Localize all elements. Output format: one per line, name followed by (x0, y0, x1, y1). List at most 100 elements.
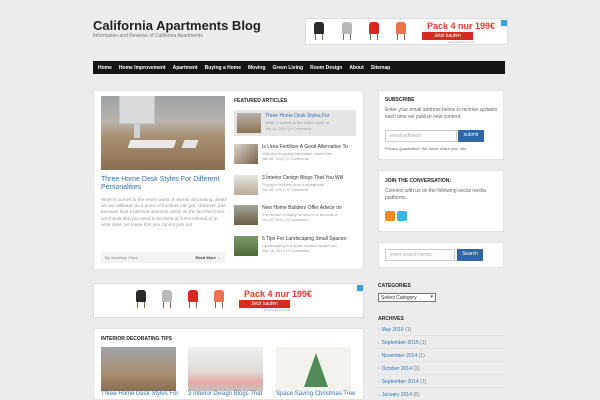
middle-banner-ad[interactable]: Pack 4 nur 199€ Jetzt kaufen www.moderiu… (93, 283, 364, 318)
article-title[interactable]: 3 Interior Design Blogs That You Will (262, 175, 356, 181)
nav-item-home-improvement[interactable]: Home Improvement (119, 65, 166, 71)
read-more-link[interactable]: Read More → (195, 255, 221, 260)
chair-image (162, 290, 172, 302)
chair-image (188, 290, 198, 302)
interior-tip-title[interactable]: Three Home Desk Styles For (101, 391, 178, 397)
archive-count: (2) (413, 366, 420, 372)
archive-count: (1) (405, 327, 412, 333)
chair-image (369, 22, 379, 34)
archive-count: (1) (420, 340, 427, 346)
caret-icon: › (378, 392, 380, 398)
featured-main-excerpt: When it comes to the entire world of int… (101, 197, 227, 227)
nav-item-green-living[interactable]: Green Living (273, 65, 304, 71)
ad-info-icon[interactable] (501, 20, 507, 26)
article-title[interactable]: Three Home Desk Styles For (265, 113, 359, 119)
join-heading: JOIN THE CONVERSATION: (385, 178, 452, 184)
privacy-text: Privacy guaranteed. We never share your … (385, 146, 468, 151)
search-button[interactable]: Search (457, 249, 483, 261)
site-description: Information and Reviews of California Ap… (93, 33, 203, 39)
article-title[interactable]: Is Urea Fertilizer A Good Alternative To (262, 144, 356, 150)
interior-tip-thumbnail[interactable] (188, 347, 263, 391)
article-title[interactable]: New Home Builders Offer Advice on (262, 205, 356, 211)
archive-item[interactable]: › November 2014 (1) (378, 350, 504, 362)
nav-item-apartment[interactable]: Apartment (173, 65, 198, 71)
archive-item[interactable]: › October 2014 (2) (378, 363, 504, 375)
submit-button[interactable]: submit (458, 130, 484, 142)
featured-main-image[interactable] (101, 96, 225, 170)
article-thumbnail (234, 144, 258, 164)
article-excerpt: When it comes to the entire world of (265, 120, 329, 125)
article-thumbnail (234, 236, 258, 256)
ad-domain: www.moderium.com (264, 308, 292, 312)
archive-item[interactable]: › January 2014 (6) (378, 389, 504, 400)
ad-cta-button[interactable]: Jetzt kaufen (239, 300, 290, 308)
archive-count: (6) (413, 392, 420, 398)
top-banner-ad[interactable]: Pack 4 nur 199€ Jetzt kaufen www.moderiu… (305, 18, 508, 45)
rss-icon[interactable] (385, 211, 395, 221)
archive-count: (1) (418, 353, 425, 359)
chevron-down-icon: ▾ (430, 294, 433, 300)
caret-icon: › (378, 379, 380, 385)
chair-image (214, 290, 224, 302)
archive-month[interactable]: September 2014 (382, 379, 419, 385)
subscribe-heading: SUBSCRIBE (385, 97, 415, 103)
archive-item[interactable]: › May 2016 (1) (378, 324, 504, 336)
article-title[interactable]: 5 Tips For Landscaping Small Spaces: (262, 236, 356, 242)
archive-month[interactable]: May 2016 (382, 327, 404, 333)
article-excerpt: With the dropping barometer comes the (262, 151, 333, 156)
chair-image (342, 22, 352, 34)
nav-item-moving[interactable]: Moving (248, 65, 266, 71)
category-selected: Select Category (381, 295, 417, 301)
christmas-tree-image (304, 353, 328, 387)
archive-count: (1) (420, 379, 427, 385)
archives-heading: ARCHIVES (378, 316, 404, 322)
featured-byline: By Jonathan Clark Read More → (101, 252, 225, 263)
twitter-icon[interactable] (397, 211, 407, 221)
nav-item-buying-a-home[interactable]: Buying a Home (205, 65, 241, 71)
article-meta: Jan 06, 2014 | 0 Comments (262, 188, 309, 192)
interior-tip-title[interactable]: Space Saving Christmas Tree (276, 391, 355, 397)
ad-headline: Pack 4 nur 199€ (427, 21, 496, 31)
article-thumbnail (234, 205, 258, 225)
interior-tip-thumbnail[interactable] (101, 347, 176, 391)
ad-info-icon[interactable] (357, 285, 363, 291)
ad-domain: www.moderium.com (448, 40, 476, 44)
author-name: By Jonathan Clark (105, 255, 138, 260)
nav-item-about[interactable]: About (349, 65, 363, 71)
article-thumbnail (234, 175, 258, 195)
caret-icon: › (378, 366, 380, 372)
featured-articles-heading: FEATURED ARTICLES (234, 98, 288, 104)
site-title[interactable]: California Apartments Blog (93, 18, 261, 33)
archive-month[interactable]: November 2014 (382, 353, 418, 359)
categories-heading: CATEGORIES (378, 283, 411, 289)
archive-item[interactable]: › September 2015 (1) (378, 337, 504, 349)
main-nav: Home Home Improvement Apartment Buying a… (93, 61, 505, 74)
email-field[interactable]: email address (385, 130, 457, 142)
nav-item-home[interactable]: Home (98, 65, 112, 71)
archive-month[interactable]: September 2015 (382, 340, 419, 346)
featured-main-title[interactable]: Three Home Desk Styles For Different Per… (101, 176, 227, 192)
featured-article-item[interactable]: 5 Tips For Landscaping Small Spaces: Lan… (234, 236, 356, 262)
archive-month[interactable]: October 2014 (382, 366, 412, 372)
featured-article-item[interactable]: 3 Interior Design Blogs That You Will Tr… (234, 175, 356, 201)
ad-headline: Pack 4 nur 199€ (244, 289, 313, 299)
caret-icon: › (378, 340, 380, 346)
interior-tip-thumbnail[interactable] (276, 347, 351, 391)
chair-image (314, 22, 324, 34)
article-thumbnail (237, 113, 261, 133)
ad-cta-button[interactable]: Jetzt kaufen (422, 32, 473, 40)
nav-item-sitemap[interactable]: Sitemap (371, 65, 390, 71)
featured-article-item[interactable]: Is Urea Fertilizer A Good Alternative To… (234, 144, 356, 170)
interior-tip-title[interactable]: 3 Interior Design Blogs That (188, 391, 262, 397)
join-text: Connect with us on the following social … (385, 188, 486, 201)
archive-month[interactable]: January 2014 (382, 392, 412, 398)
chair-image (136, 290, 146, 302)
featured-article-item[interactable]: Three Home Desk Styles For When it comes… (234, 110, 356, 136)
search-input[interactable]: enter search terms (385, 249, 455, 261)
article-meta: Sep 28, 2013 | 0 Comments (262, 249, 310, 253)
category-select[interactable]: Select Category ▾ (378, 293, 436, 302)
caret-icon: › (378, 327, 380, 333)
featured-article-item[interactable]: New Home Builders Offer Advice on The dr… (234, 205, 356, 231)
archive-item[interactable]: › September 2014 (1) (378, 376, 504, 388)
nav-item-room-design[interactable]: Room Design (310, 65, 342, 71)
